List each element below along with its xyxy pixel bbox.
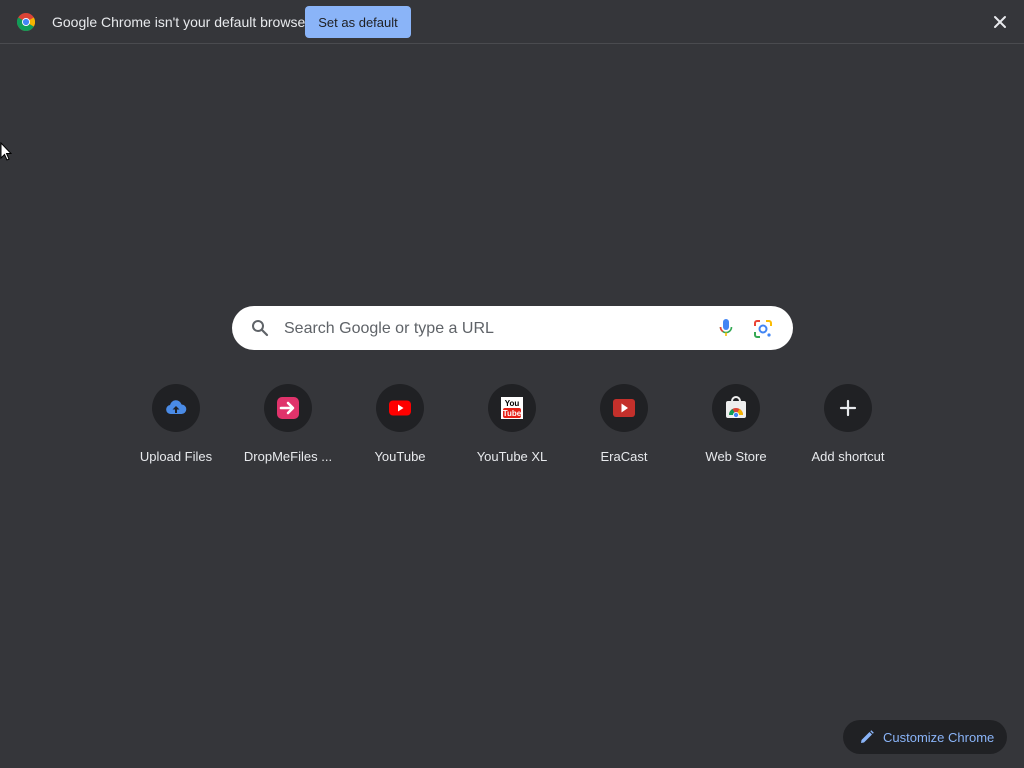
customize-chrome-button[interactable]: Customize Chrome (843, 720, 1007, 754)
shortcut-label: YouTube (374, 449, 426, 464)
pencil-icon (861, 730, 874, 743)
shortcut-tile-youtube-xl[interactable]: You Tube YouTube XL (456, 380, 568, 476)
shortcut-tile-youtube[interactable]: YouTube (344, 380, 456, 476)
web-store-icon (712, 384, 760, 432)
dropmefiles-icon (264, 384, 312, 432)
shortcut-tile-upload-files[interactable]: Upload Files (120, 380, 232, 476)
shortcut-tile-dropmefiles[interactable]: DropMeFiles ... (232, 380, 344, 476)
upload-cloud-icon (152, 384, 200, 432)
shortcut-tiles: Upload Files DropMeFiles ... YouTube You (120, 380, 904, 480)
set-as-default-button[interactable]: Set as default (305, 6, 411, 38)
google-lens-icon[interactable] (753, 319, 773, 339)
search-icon (252, 320, 269, 337)
add-shortcut-button[interactable]: Add shortcut (792, 380, 904, 476)
search-box[interactable] (232, 306, 793, 352)
shortcut-label: Add shortcut (811, 449, 885, 464)
chrome-logo-icon (17, 13, 35, 31)
shortcut-label: EraCast (600, 449, 648, 464)
microphone-icon[interactable] (718, 318, 734, 338)
svg-text:You: You (505, 399, 520, 408)
youtube-xl-icon: You Tube (488, 384, 536, 432)
shortcut-label: Upload Files (139, 449, 213, 464)
plus-icon (824, 384, 872, 432)
shortcut-label: Web Store (705, 449, 767, 464)
eracast-icon (600, 384, 648, 432)
shortcut-label: DropMeFiles ... (243, 449, 333, 464)
infobar-message: Google Chrome isn't your default browser (52, 14, 310, 30)
shortcut-tile-web-store[interactable]: Web Store (680, 380, 792, 476)
close-icon[interactable] (989, 11, 1011, 33)
mouse-cursor-icon (0, 142, 12, 161)
shortcut-tile-eracast[interactable]: EraCast (568, 380, 680, 476)
youtube-icon (376, 384, 424, 432)
search-input[interactable] (282, 306, 706, 352)
customize-chrome-label: Customize Chrome (883, 730, 995, 745)
shortcut-label: YouTube XL (476, 449, 548, 464)
default-browser-infobar: Google Chrome isn't your default browser… (0, 0, 1024, 44)
svg-text:Tube: Tube (503, 409, 522, 418)
